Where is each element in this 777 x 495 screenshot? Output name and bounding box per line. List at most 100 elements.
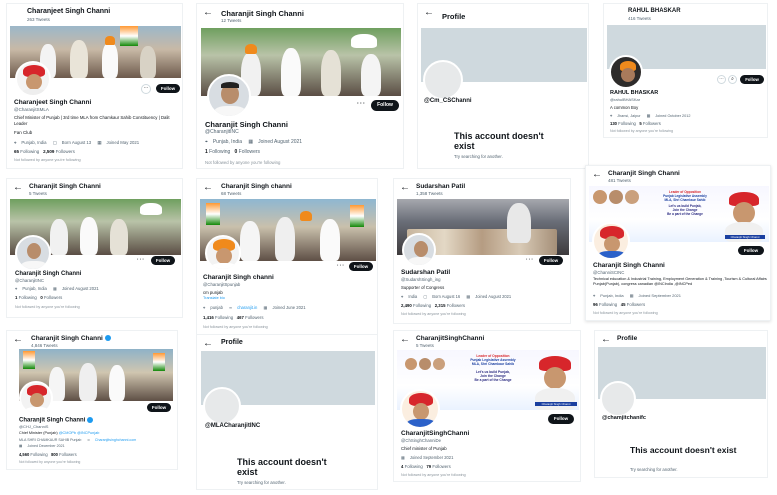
- follow-stats[interactable]: 4,560 Following 800 Followers: [19, 452, 77, 457]
- profile-handle: @ChanniSCINC: [593, 270, 625, 275]
- header-name: Charanjit Singh channi: [221, 183, 292, 190]
- header-tweet-count: 5 Tweets: [416, 343, 434, 348]
- profile-meta: ⌖ Punjab, India ▦ Joined September 2021: [593, 293, 682, 298]
- profile-avatar[interactable]: [205, 235, 241, 271]
- profile-bio: Chief Minister (Punjab) @CMOPb @INCPunja…: [19, 431, 100, 435]
- arrow-left-icon[interactable]: ←: [400, 183, 410, 193]
- header-tweet-count: 68 Tweets: [221, 191, 242, 196]
- follow-button[interactable]: Follow: [371, 100, 399, 111]
- follow-stats[interactable]: 4 Following 79 Followers: [401, 464, 451, 469]
- not-followed-note: Not followed by anyone you're following: [14, 158, 81, 162]
- header-tweet-count: 263 Tweets: [27, 17, 50, 22]
- arrow-left-icon[interactable]: ←: [13, 335, 23, 345]
- profile-header: RAHUL BHASKAR 416 Tweets: [604, 4, 767, 26]
- profile-bio: Chief minister of Punjab: [401, 446, 447, 451]
- arrow-left-icon[interactable]: ←: [13, 183, 23, 193]
- profile-handle: @CharanjitINC: [205, 129, 239, 135]
- location-pin-icon: ⌖: [205, 139, 208, 145]
- follow-stats[interactable]: 1 Following 0 Followers: [205, 149, 260, 155]
- translate-bio-link[interactable]: Translate bio: [203, 296, 225, 300]
- header-tweet-count: 12 Tweets: [221, 18, 242, 23]
- link-icon: ∞: [87, 438, 90, 442]
- profile-bio: Chief Minister of Punjab | 3rd time MLA …: [14, 115, 170, 126]
- profile-card-11: ← CharanjitSinghChanni 5 Tweets Leader o…: [393, 330, 581, 482]
- profile-header: ← Charanjit Singh Channi 5 Tweets: [7, 179, 182, 201]
- arrow-left-icon[interactable]: ←: [592, 170, 602, 180]
- more-dots-icon[interactable]: ···: [337, 263, 345, 269]
- profile-handle: @rahulBHASKar: [610, 97, 641, 102]
- profile-handle: @CharanjitSpunjab: [203, 282, 241, 287]
- profile-handle: @ChSinghChanniDe: [401, 438, 441, 443]
- profile-avatar[interactable]: [207, 74, 251, 118]
- profile-name: CharanjitSinghChanni: [401, 430, 470, 437]
- profile-avatar[interactable]: [402, 233, 436, 267]
- website-link[interactable]: Charanjitsinghchanni.com: [95, 438, 136, 442]
- calendar-icon: ▦: [248, 139, 254, 145]
- follow-stats[interactable]: 130 Following 5 Followers: [610, 121, 661, 126]
- follow-button[interactable]: Follow: [349, 262, 373, 271]
- profile-name: Charanjeet Singh Channi: [14, 99, 92, 106]
- poster-caption: Charanjit Singh Channi: [725, 235, 765, 239]
- follow-button[interactable]: Follow: [539, 256, 563, 265]
- follow-button[interactable]: Follow: [151, 256, 175, 265]
- more-dots-icon[interactable]: ···: [717, 75, 726, 84]
- profile-card-2: ← Charanjit Singh Channi 12 Tweets ··· F…: [196, 3, 404, 169]
- profile-name: Charanjit Singh Channi: [19, 417, 94, 424]
- profile-joined: ▦ Joined December 2021: [19, 444, 65, 448]
- follow-stats[interactable]: 65 Following 2,509 Followers: [14, 149, 75, 154]
- profile-header: ← Charanjit Singh channi 68 Tweets: [197, 179, 377, 201]
- profile-name: Sudarshan Patil: [401, 269, 451, 276]
- calendar-icon: ▢: [423, 294, 428, 299]
- poster-line-6: Be a part of the Change: [667, 212, 703, 216]
- website-link[interactable]: charanjit.in: [237, 305, 257, 310]
- location-pin-icon: ⌖: [203, 305, 206, 310]
- profile-avatar[interactable]: [592, 222, 630, 260]
- follow-button[interactable]: Follow: [738, 246, 764, 255]
- follow-button[interactable]: Follow: [740, 75, 764, 84]
- arrow-left-icon[interactable]: ←: [203, 183, 213, 193]
- profile-card-7: ← Sudarshan Patil 1,358 Tweets ··· Follo…: [393, 178, 571, 324]
- profile-meta: MLA SHRI CHAMKAUR SAHIB Punjab ∞ Charanji…: [19, 438, 137, 442]
- more-dots-icon[interactable]: ···: [137, 257, 145, 263]
- arrow-left-icon[interactable]: ←: [203, 8, 213, 18]
- follow-button[interactable]: Follow: [548, 414, 574, 424]
- account-not-exist-title: This account doesn't exist: [237, 457, 327, 477]
- header-tweet-count: 1,358 Tweets: [416, 191, 443, 196]
- location-pin-icon: ⌖: [593, 293, 596, 298]
- profile-name: Charanjit Singh Channi: [15, 271, 82, 277]
- profile-avatar-placeholder: [423, 60, 463, 100]
- profile-avatar[interactable]: [400, 389, 440, 429]
- arrow-left-icon[interactable]: ←: [424, 8, 434, 18]
- profile-header: ← Charanjit Singh Channi 12 Tweets: [197, 4, 403, 26]
- profile-avatar[interactable]: [19, 381, 53, 415]
- location-pin-icon: ⌖: [401, 294, 404, 299]
- follow-stats[interactable]: 1,416 Following 467 Followers: [203, 315, 263, 320]
- header-tweet-count: 5 Tweets: [29, 191, 47, 196]
- profile-avatar[interactable]: [15, 235, 51, 271]
- more-dots-icon[interactable]: ···: [141, 84, 151, 94]
- follow-button[interactable]: Follow: [147, 403, 171, 412]
- profile-bio: Technical education & Industrial Trainin…: [593, 277, 767, 286]
- profile-avatar-placeholder: [203, 387, 241, 425]
- arrow-left-icon[interactable]: ←: [400, 335, 410, 345]
- profile-avatar[interactable]: [609, 55, 643, 89]
- follow-button[interactable]: Follow: [156, 84, 180, 93]
- follow-stats[interactable]: 1 Following 0 Followers: [15, 295, 62, 300]
- profile-card-9: ← Charanjit Singh Channi 4,846 Tweets Fo…: [6, 330, 178, 470]
- header-tweet-count: 481 Tweets: [608, 178, 631, 183]
- more-dots-icon[interactable]: ···: [526, 257, 534, 263]
- profile-header: ← Charanjit Singh Channi 481 Tweets: [586, 166, 770, 188]
- profile-card-6: ← Charanjit Singh channi 68 Tweets ··· F…: [196, 178, 378, 338]
- profile-handle: @CharanjitSMLA: [14, 107, 49, 112]
- follow-stats[interactable]: 2,490 Following 2,315 Followers: [401, 303, 465, 308]
- not-followed-note: Not followed by anyone you're following: [401, 473, 466, 477]
- profile-card-1: Charanjeet Singh Channi 263 Tweets Follo…: [6, 3, 183, 169]
- more-dots-icon[interactable]: ···: [357, 101, 366, 107]
- profile-avatar[interactable]: [15, 61, 51, 97]
- profile-meta: ⌖ Jhansi, Jaipur ▦ Joined October 2012: [610, 114, 691, 118]
- calendar-icon: ▦: [263, 305, 268, 310]
- search-icon[interactable]: ⌕: [728, 75, 737, 84]
- follow-stats[interactable]: 96 Following 45 Followers: [593, 302, 645, 307]
- arrow-left-icon[interactable]: ←: [601, 335, 611, 345]
- arrow-left-icon[interactable]: ←: [203, 339, 213, 349]
